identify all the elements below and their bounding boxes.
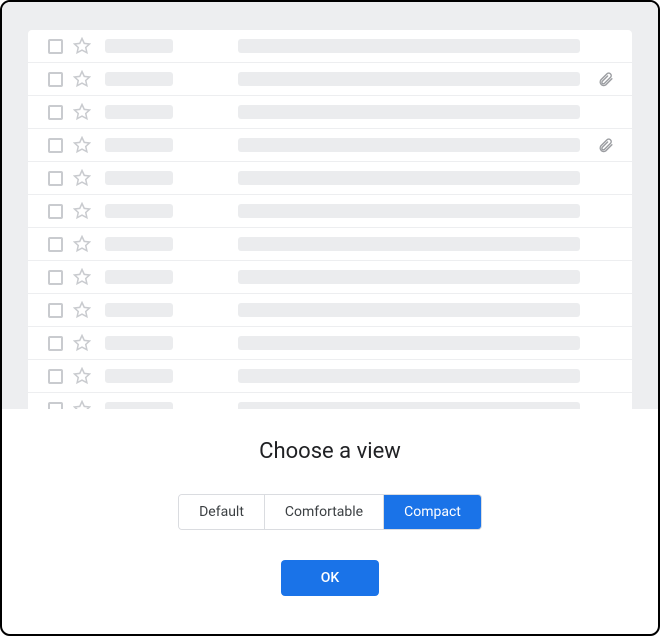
subject-placeholder bbox=[238, 369, 580, 383]
checkbox-icon bbox=[48, 72, 63, 87]
attachment-icon bbox=[596, 136, 614, 154]
email-row bbox=[28, 96, 632, 129]
sender-placeholder bbox=[105, 138, 173, 152]
checkbox-icon bbox=[48, 336, 63, 351]
sender-placeholder bbox=[105, 237, 173, 251]
view-chooser-panel: Choose a view Default Comfortable Compac… bbox=[2, 409, 658, 596]
checkbox-icon bbox=[48, 369, 63, 384]
star-icon bbox=[73, 136, 91, 154]
checkbox-icon bbox=[48, 171, 63, 186]
subject-placeholder bbox=[238, 402, 580, 409]
email-row bbox=[28, 393, 632, 409]
subject-placeholder bbox=[238, 39, 580, 53]
star-icon bbox=[73, 103, 91, 121]
email-row bbox=[28, 261, 632, 294]
sender-placeholder bbox=[105, 303, 173, 317]
email-row bbox=[28, 63, 632, 96]
checkbox-icon bbox=[48, 39, 63, 54]
checkbox-icon bbox=[48, 105, 63, 120]
sender-placeholder bbox=[105, 369, 173, 383]
subject-placeholder bbox=[238, 204, 580, 218]
sender-placeholder bbox=[105, 204, 173, 218]
email-row bbox=[28, 162, 632, 195]
subject-placeholder bbox=[238, 303, 580, 317]
star-icon bbox=[73, 367, 91, 385]
email-row bbox=[28, 294, 632, 327]
star-icon bbox=[73, 37, 91, 55]
sender-placeholder bbox=[105, 39, 173, 53]
email-row bbox=[28, 129, 632, 162]
email-row bbox=[28, 228, 632, 261]
subject-placeholder bbox=[238, 171, 580, 185]
option-default[interactable]: Default bbox=[179, 495, 264, 529]
option-compact[interactable]: Compact bbox=[383, 495, 481, 529]
checkbox-icon bbox=[48, 138, 63, 153]
density-preview bbox=[2, 2, 658, 409]
star-icon bbox=[73, 301, 91, 319]
subject-placeholder bbox=[238, 105, 580, 119]
sender-placeholder bbox=[105, 171, 173, 185]
checkbox-icon bbox=[48, 303, 63, 318]
sender-placeholder bbox=[105, 402, 173, 409]
star-icon bbox=[73, 334, 91, 352]
dialog-title: Choose a view bbox=[2, 439, 658, 464]
star-icon bbox=[73, 70, 91, 88]
star-icon bbox=[73, 202, 91, 220]
checkbox-icon bbox=[48, 204, 63, 219]
email-row bbox=[28, 360, 632, 393]
checkbox-icon bbox=[48, 270, 63, 285]
density-options: Default Comfortable Compact bbox=[178, 494, 482, 530]
sender-placeholder bbox=[105, 336, 173, 350]
star-icon bbox=[73, 169, 91, 187]
star-icon bbox=[73, 268, 91, 286]
subject-placeholder bbox=[238, 336, 580, 350]
email-row bbox=[28, 327, 632, 360]
star-icon bbox=[73, 400, 91, 409]
checkbox-icon bbox=[48, 237, 63, 252]
email-row bbox=[28, 195, 632, 228]
checkbox-icon bbox=[48, 402, 63, 410]
subject-placeholder bbox=[238, 237, 580, 251]
ok-button[interactable]: OK bbox=[281, 560, 380, 596]
subject-placeholder bbox=[238, 72, 580, 86]
sender-placeholder bbox=[105, 105, 173, 119]
email-row bbox=[28, 30, 632, 63]
attachment-icon bbox=[596, 70, 614, 88]
sender-placeholder bbox=[105, 270, 173, 284]
subject-placeholder bbox=[238, 138, 580, 152]
option-comfortable[interactable]: Comfortable bbox=[264, 495, 383, 529]
star-icon bbox=[73, 235, 91, 253]
sender-placeholder bbox=[105, 72, 173, 86]
subject-placeholder bbox=[238, 270, 580, 284]
email-list bbox=[28, 30, 632, 409]
